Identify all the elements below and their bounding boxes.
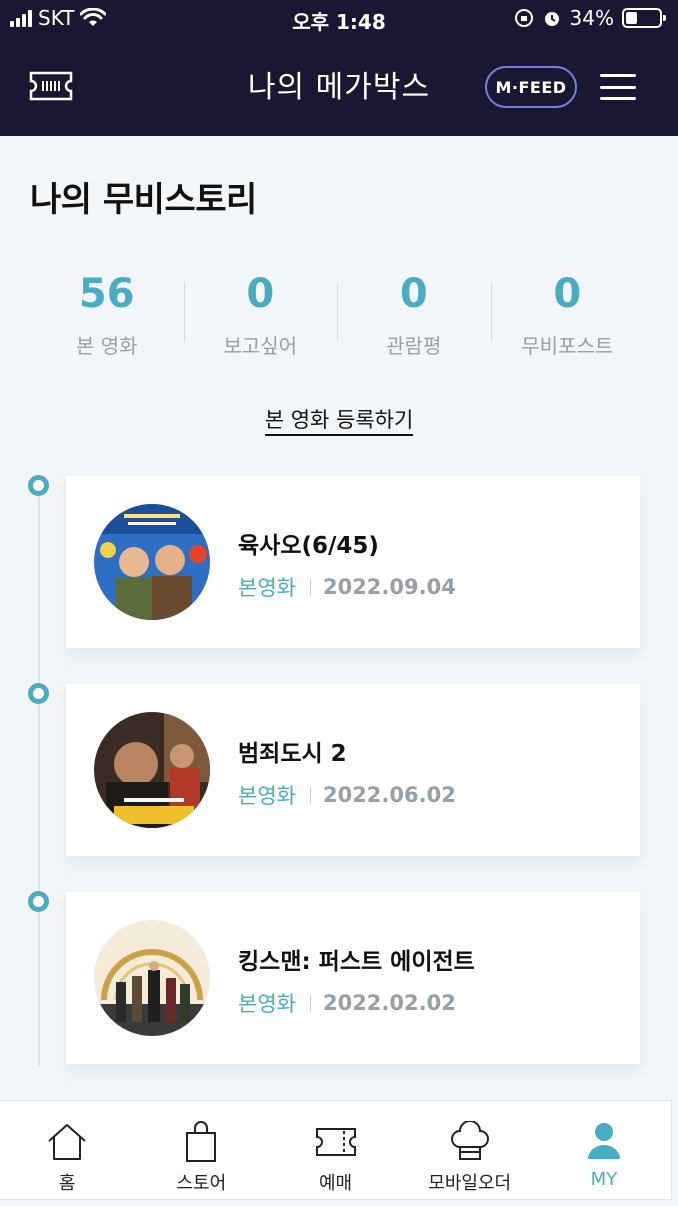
top-bar: SKT 오후 1:48 34% 나의 메가박스 M·FEED (0, 0, 678, 136)
stat-want-to-see[interactable]: 0 보고싶어 (183, 268, 338, 364)
timeline-dot (28, 891, 49, 912)
battery-icon (622, 8, 666, 28)
shopping-bag-icon (186, 1121, 217, 1162)
watched-date: 2022.02.02 (322, 991, 456, 1015)
nav-my[interactable]: MY (537, 1101, 671, 1199)
movie-meta: 본영화 2022.06.02 (238, 780, 456, 810)
stat-value: 0 (553, 271, 582, 317)
nav-label: 홈 (58, 1173, 76, 1194)
movie-title: 킹스맨: 퍼스트 에이전트 (238, 949, 475, 975)
divider (309, 579, 311, 595)
movie-card[interactable]: 범죄도시 2 본영화 2022.06.02 (66, 684, 640, 856)
nav-mobile-order[interactable]: 모바일오더 (403, 1101, 537, 1199)
movie-title: 육사오(6/45) (238, 533, 379, 559)
nav-label: 스토어 (176, 1173, 227, 1194)
movie-poster (94, 504, 210, 620)
movie-poster (94, 920, 210, 1036)
stat-label: 본 영화 (75, 334, 138, 358)
nav-booking[interactable]: 예매 (268, 1101, 402, 1199)
nav-label: 모바일오더 (428, 1173, 512, 1194)
divider (309, 787, 311, 803)
timeline-dot (28, 683, 49, 704)
stat-value: 0 (399, 271, 428, 317)
bottom-nav: 홈 스토어 예매 모바일오더 MY (0, 1100, 672, 1200)
nav-label: MY (590, 1169, 618, 1190)
alarm-icon (544, 12, 559, 26)
stat-label: 보고싶어 (223, 334, 298, 358)
hamburger-menu-icon[interactable] (600, 74, 636, 100)
watched-date: 2022.09.04 (322, 575, 456, 599)
movie-card[interactable]: 킹스맨: 퍼스트 에이전트 본영화 2022.02.02 (66, 892, 640, 1064)
chef-hat-icon (450, 1121, 489, 1160)
mfeed-button[interactable]: M·FEED (485, 66, 577, 108)
register-link-label: 본 영화 등록하기 (264, 408, 414, 436)
nav-store[interactable]: 스토어 (134, 1101, 268, 1199)
divider (309, 995, 311, 1011)
stat-value: 56 (78, 271, 135, 317)
ticket-icon (315, 1128, 356, 1156)
movie-poster (94, 712, 210, 828)
page-title: 나의 무비스토리 (30, 180, 257, 220)
stat-reviews[interactable]: 0 관람평 (337, 268, 491, 364)
watched-date: 2022.06.02 (322, 783, 456, 807)
timeline-line (38, 486, 40, 1066)
timeline-dot (28, 475, 49, 496)
stat-watched[interactable]: 56 본 영화 (30, 268, 184, 364)
stat-label: 관람평 (386, 334, 442, 358)
status-right: 34% (514, 6, 666, 30)
watched-tag: 본영화 (238, 784, 296, 808)
watched-tag: 본영화 (238, 576, 296, 600)
rotation-lock-icon (514, 9, 533, 27)
stat-value: 0 (246, 271, 275, 317)
movie-card[interactable]: 육사오(6/45) 본영화 2022.09.04 (66, 476, 640, 648)
battery-percent: 34% (569, 6, 614, 30)
user-icon (587, 1123, 620, 1159)
watched-tag: 본영화 (238, 992, 296, 1016)
movie-meta: 본영화 2022.09.04 (238, 572, 456, 602)
nav-label: 예매 (318, 1173, 353, 1194)
register-watched-movie-link[interactable]: 본 영화 등록하기 (0, 404, 678, 436)
home-icon (48, 1124, 86, 1160)
stat-label: 무비포스트 (521, 334, 614, 358)
movie-meta: 본영화 2022.02.02 (238, 988, 456, 1018)
nav-home[interactable]: 홈 (0, 1101, 134, 1199)
stat-movie-posts[interactable]: 0 무비포스트 (490, 268, 645, 364)
movie-stats: 56 본 영화 0 보고싶어 0 관람평 0 무비포스트 (30, 268, 644, 364)
status-bar: SKT 오후 1:48 34% (0, 0, 678, 38)
movie-title: 범죄도시 2 (238, 741, 347, 767)
